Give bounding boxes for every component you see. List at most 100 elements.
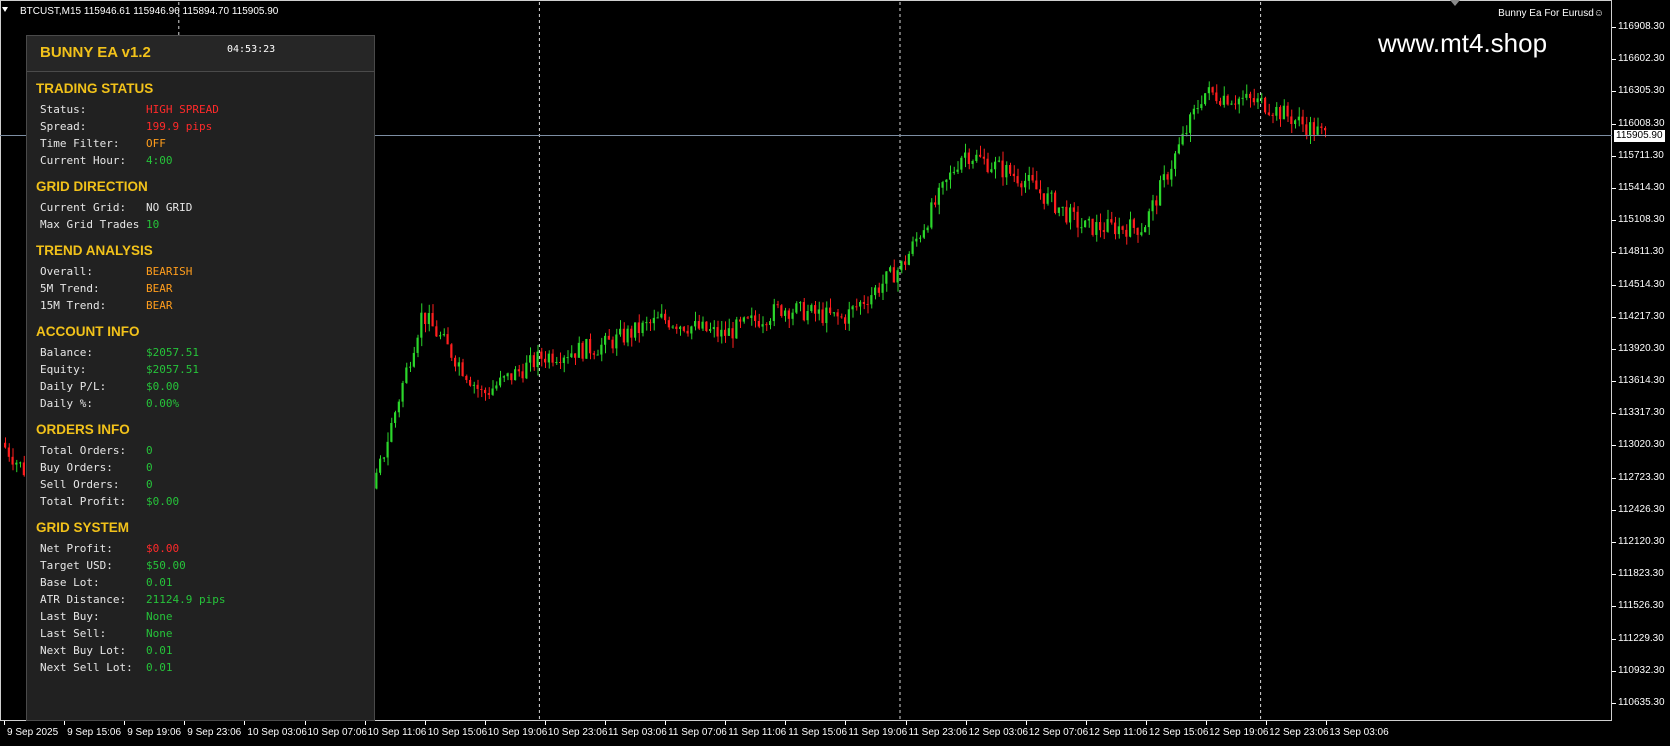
candle-body xyxy=(675,326,678,330)
time-tick-label: 10 Sep 11:06 xyxy=(367,727,427,738)
candle-body xyxy=(870,295,873,305)
section-title-grid-direction: GRID DIRECTION xyxy=(36,179,148,194)
candle-body xyxy=(1271,114,1274,116)
candle-body xyxy=(1046,193,1049,204)
price-tick-mark xyxy=(1612,59,1616,61)
row-label: Spread: xyxy=(40,120,87,133)
price-tick-label: 114811.30 xyxy=(1618,246,1664,258)
candle-body xyxy=(844,317,847,324)
row-label: Balance: xyxy=(40,346,93,359)
candle-body xyxy=(397,401,400,413)
price-tick-mark xyxy=(1612,27,1616,28)
candle-body xyxy=(952,171,955,173)
time-tick-label: 9 Sep 19:06 xyxy=(127,727,182,738)
time-tick-label: 10 Sep 19:06 xyxy=(487,727,548,738)
candle-body xyxy=(634,322,637,338)
candle-body xyxy=(401,382,404,402)
candle-body xyxy=(1237,98,1240,105)
candle-body xyxy=(919,237,922,239)
candle-body xyxy=(896,270,899,283)
candle-body xyxy=(630,328,633,338)
candle-body xyxy=(795,303,798,313)
candle-body xyxy=(851,306,854,310)
candle-body xyxy=(1222,95,1225,105)
candle-body xyxy=(15,462,18,465)
candle-body xyxy=(457,362,460,367)
candle-body xyxy=(1249,93,1252,99)
candle-body xyxy=(750,315,753,318)
price-tick-mark xyxy=(1612,316,1616,318)
candle-body xyxy=(881,283,884,293)
time-tick-label: 12 Sep 19:06 xyxy=(1209,727,1269,738)
section-title-trading-status: TRADING STATUS xyxy=(36,81,154,96)
candle-body xyxy=(1275,106,1278,116)
price-tick-mark xyxy=(1612,91,1616,93)
candle-body xyxy=(551,353,554,363)
candle-body xyxy=(690,326,693,334)
panel-header[interactable]: BUNNY EA v1.2 04:53:23 xyxy=(27,36,374,72)
row-value: 0 xyxy=(146,461,153,474)
candle-body xyxy=(454,357,457,367)
candle-body xyxy=(679,326,682,330)
candle-body xyxy=(772,304,775,322)
candle-body xyxy=(1129,219,1132,237)
time-tick-mark xyxy=(1206,721,1207,725)
price-tick-label: 115711.30 xyxy=(1618,149,1664,161)
time-tick-label: 10 Sep 07:06 xyxy=(307,727,368,738)
candle-body xyxy=(1132,219,1135,228)
candle-body xyxy=(1001,160,1004,178)
time-tick-label: 12 Sep 07:06 xyxy=(1028,727,1089,738)
candle-body xyxy=(994,161,997,170)
price-tick-label: 113317.30 xyxy=(1618,407,1665,419)
candle-body xyxy=(784,310,787,316)
candle-body xyxy=(390,422,393,442)
candle-body xyxy=(791,312,794,319)
row-label: Target USD: xyxy=(40,559,113,572)
row-value: $0.00 xyxy=(146,542,180,555)
time-tick-mark xyxy=(64,721,66,725)
candle-body xyxy=(547,353,550,363)
candle-body xyxy=(1136,227,1139,235)
candle-body xyxy=(1279,106,1282,120)
candle-body xyxy=(960,157,963,170)
price-axis[interactable]: 116908.30 116602.30 116305.30 116008.30 1157… xyxy=(1612,0,1670,720)
row-value: BEARISH xyxy=(146,265,193,278)
time-axis[interactable]: 9 Sep 2025 9 Sep 15:06 9 Sep 19:06 9 Sep 23… xyxy=(0,721,1612,746)
candle-body xyxy=(874,287,877,296)
price-tick-mark xyxy=(1612,123,1616,125)
candle-body xyxy=(709,329,712,331)
candle-body xyxy=(566,357,569,359)
section-title-account-info: ACCOUNT INFO xyxy=(36,324,140,339)
shift-marker-icon[interactable] xyxy=(1450,0,1460,6)
candle-body xyxy=(435,326,438,337)
row-label: Net Profit: xyxy=(40,542,113,555)
time-tick-mark xyxy=(124,721,126,725)
candle-body xyxy=(1245,93,1248,98)
time-tick-mark xyxy=(965,721,967,725)
price-tick-label: 113020.30 xyxy=(1618,439,1665,451)
candle-body xyxy=(1020,183,1023,188)
time-tick-label: 10 Sep 15:06 xyxy=(427,727,488,738)
candle-body xyxy=(416,337,419,353)
row-value: 21124.9 pips xyxy=(146,593,226,606)
row-label: Base Lot: xyxy=(40,576,100,589)
candle-body xyxy=(615,334,618,349)
candle-body xyxy=(1215,92,1218,102)
price-tick-mark xyxy=(1612,252,1616,254)
candle-body xyxy=(945,179,948,183)
price-tick-label: 111823.30 xyxy=(1618,568,1664,580)
candle-body xyxy=(1170,168,1173,180)
candle-body xyxy=(712,327,715,330)
candle-body xyxy=(574,353,577,358)
candle-body xyxy=(806,311,809,321)
candle-body xyxy=(1095,222,1098,235)
candle-body xyxy=(769,321,772,326)
candle-body xyxy=(937,187,940,205)
symbol-dropdown-icon[interactable] xyxy=(2,7,8,12)
candle-body xyxy=(11,456,14,465)
candle-body xyxy=(765,324,768,326)
row-label: 15M Trend: xyxy=(40,299,107,312)
candle-body xyxy=(990,169,993,173)
time-tick-mark xyxy=(1085,721,1087,725)
candle-body xyxy=(442,334,445,336)
